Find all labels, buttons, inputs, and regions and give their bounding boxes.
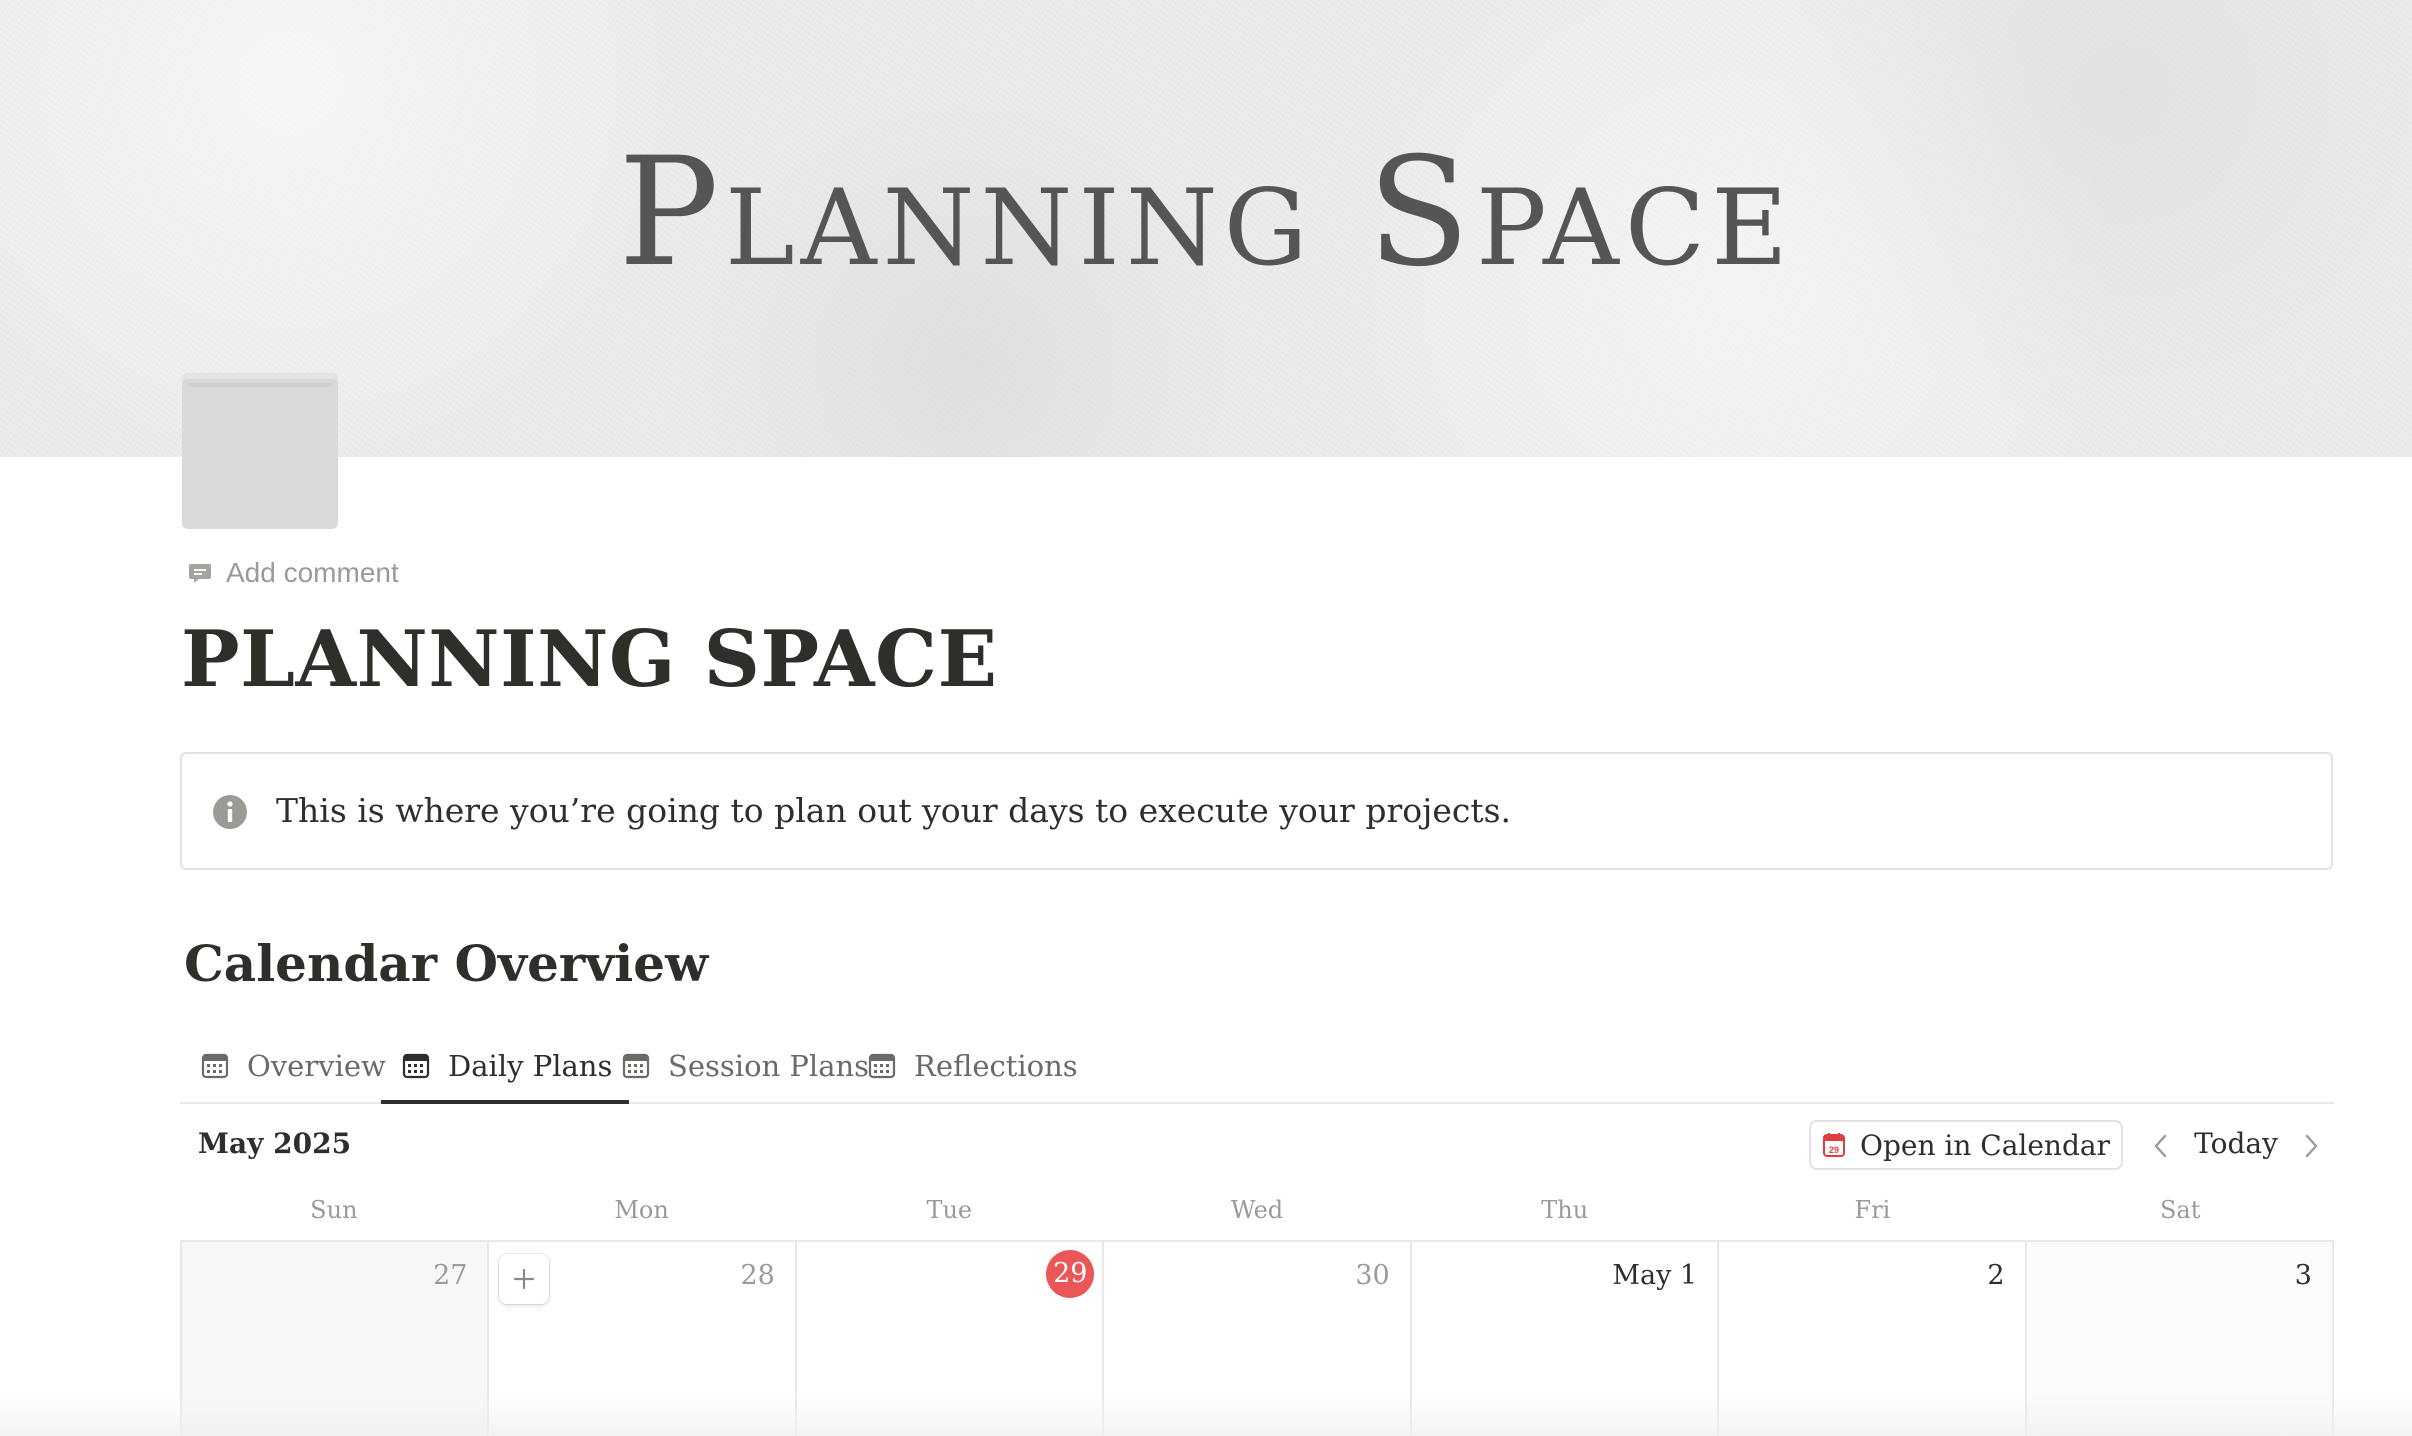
add-comment-label: Add comment — [226, 557, 399, 588]
calendar-day-cell[interactable]: 30 — [1104, 1242, 1412, 1436]
day-number: 30 — [1355, 1260, 1390, 1291]
day-number: 2 — [1987, 1260, 2005, 1291]
tab-session-plans-label: Session Plans — [668, 1049, 870, 1083]
page-icon[interactable] — [182, 373, 338, 529]
previous-month-button[interactable] — [2143, 1126, 2179, 1166]
today-button[interactable]: Today — [2190, 1124, 2282, 1164]
calendar-icon — [622, 1053, 650, 1079]
weekday-label: Fri — [1854, 1196, 1891, 1224]
chevron-right-icon — [2305, 1134, 2318, 1158]
weekday-label: Thu — [1541, 1196, 1589, 1224]
day-number: 28 — [740, 1260, 775, 1291]
tab-session-plans[interactable]: Session Plans — [622, 1030, 869, 1102]
open-in-calendar-button[interactable]: 29 Open in Calendar — [1809, 1120, 2123, 1170]
day-number: 3 — [2294, 1260, 2312, 1291]
page-cover: Planning Space — [0, 0, 2412, 457]
info-icon — [213, 795, 247, 829]
next-month-button[interactable] — [2293, 1126, 2329, 1166]
tab-daily-plans-label: Daily Plans — [448, 1049, 613, 1083]
day-number: May 1 — [1612, 1260, 1698, 1291]
calendar-day-cell[interactable]: 3 — [2026, 1242, 2334, 1436]
day-number: 27 — [433, 1260, 468, 1291]
tab-overview-label: Overview — [247, 1049, 386, 1083]
calendar-app-icon: 29 — [1823, 1133, 1846, 1157]
add-entry-button[interactable] — [499, 1254, 550, 1304]
calendar-day-cell-today[interactable]: 29 — [797, 1242, 1105, 1436]
calendar-icon — [402, 1053, 430, 1079]
weekday-label: Tue — [926, 1196, 973, 1224]
calendar-day-cell[interactable]: 2 — [1719, 1242, 2027, 1436]
tab-daily-plans[interactable]: Daily Plans — [380, 1030, 630, 1104]
calendar-overview-heading[interactable]: Calendar Overview — [184, 932, 708, 996]
tab-overview[interactable]: Overview — [201, 1030, 386, 1102]
tab-reflections[interactable]: Reflections — [868, 1030, 1078, 1102]
weekday-header: Sun Mon Tue Wed Thu Fri Sat — [180, 1190, 2334, 1230]
weekday-label: Mon — [614, 1196, 669, 1224]
open-in-calendar-label: Open in Calendar — [1860, 1128, 2110, 1162]
weekday-label: Wed — [1230, 1196, 1284, 1224]
weekday-label: Sun — [310, 1196, 358, 1224]
callout-text: This is where you’re going to plan out y… — [276, 791, 1512, 830]
comment-icon — [189, 564, 211, 583]
add-comment-button[interactable]: Add comment — [186, 555, 399, 591]
calendar-icon — [868, 1053, 896, 1079]
calendar-day-cell[interactable]: 28 — [489, 1242, 797, 1436]
weekday-label: Sat — [2159, 1196, 2201, 1224]
chevron-left-icon — [2154, 1134, 2167, 1158]
calendar-icon — [201, 1053, 229, 1079]
cover-title: Planning Space — [618, 126, 1794, 300]
today-badge: 29 — [1046, 1250, 1095, 1298]
callout-block[interactable]: This is where you’re going to plan out y… — [180, 752, 2333, 870]
svg-text:29: 29 — [1829, 1145, 1839, 1155]
view-tabs: Overview Daily Plans Session Plans Refle… — [180, 1030, 2334, 1104]
calendar-day-cell[interactable]: May 1 — [1412, 1242, 1720, 1436]
tab-reflections-label: Reflections — [914, 1049, 1078, 1083]
calendar-day-cell[interactable]: 27 — [182, 1242, 490, 1436]
page-title[interactable]: PLANNING SPACE — [181, 610, 998, 710]
month-label: May 2025 — [198, 1127, 352, 1160]
calendar-week-row: 27 28 29 30 May 1 2 3 — [180, 1240, 2334, 1436]
plus-icon — [514, 1268, 535, 1290]
